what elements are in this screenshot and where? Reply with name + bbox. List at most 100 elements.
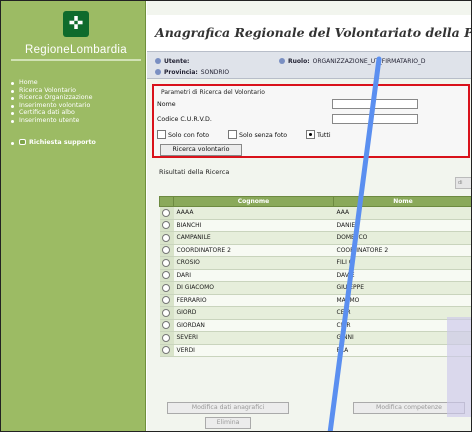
column-cognome[interactable]: Cognome (173, 196, 334, 207)
sidebar-item-richiesta-supporto[interactable]: Richiesta supporto (9, 138, 144, 147)
row-radio[interactable] (161, 321, 170, 330)
column-nome[interactable]: Nome (333, 196, 471, 207)
row-select-cell[interactable] (159, 244, 174, 257)
support-label: Richiesta supporto (29, 138, 96, 146)
results-title: Risultati della Ricerca (159, 168, 230, 176)
table-row[interactable]: FERRARIO MA IMO (159, 294, 471, 307)
row-select-cell[interactable] (159, 269, 174, 282)
user-icon (155, 58, 161, 64)
row-select-cell[interactable] (159, 331, 174, 345)
cognome-cell: CAMPANILE (173, 231, 334, 245)
row-radio[interactable] (161, 346, 170, 355)
sidebar-item-home[interactable]: Home (9, 79, 144, 87)
codice-curvd-input[interactable] (332, 114, 418, 124)
row-select-cell[interactable] (159, 231, 174, 245)
cognome-cell: BIANCHI (173, 219, 334, 232)
radio-box[interactable] (157, 130, 166, 139)
cognome-cell: GIORD (173, 306, 334, 320)
radio-box-selected[interactable] (306, 130, 315, 139)
nome-cell: FILI O (333, 256, 471, 270)
filter-label: Solo con foto (168, 132, 210, 139)
row-select-cell[interactable] (159, 344, 174, 357)
provincia-value: SONDRIO (200, 69, 230, 76)
row-radio[interactable] (161, 283, 170, 292)
table-row[interactable]: SEVERI G NNI (159, 331, 471, 345)
row-radio[interactable] (161, 221, 170, 230)
table-row[interactable]: GIORD CE R (159, 306, 471, 320)
table-row[interactable]: VERDI RLA (159, 344, 471, 357)
pager-control[interactable]: di (455, 177, 471, 189)
nome-cell: MA IMO (333, 294, 471, 307)
table-row[interactable]: DI GIACOMO GIU EPPE (159, 281, 471, 295)
table-row[interactable]: CAMPANILE DOME ICO (159, 231, 471, 245)
row-radio[interactable] (161, 308, 170, 317)
nome-cell: AAA (333, 206, 471, 220)
utente-label: Utente: (164, 58, 190, 65)
modifica-dati-anagrafici-button[interactable]: Modifica dati anagrafici (167, 402, 289, 414)
sidebar-item-inserimento-volontario[interactable]: Inserimento volontario (9, 102, 144, 110)
filter-solo-senza-foto[interactable]: Solo senza foto (228, 130, 287, 139)
table-row[interactable]: AAAA AAA (159, 206, 471, 220)
cognome-cell: GIORDAN (173, 319, 334, 332)
results-body: AAAA AAA BIANCHI DANIE CAMPANILE DOME ICO COOR… (159, 206, 471, 357)
nav-spacer (9, 125, 144, 139)
table-row[interactable]: CROSIO FILI O (159, 256, 471, 270)
provincia-label: Provincia: (164, 69, 198, 76)
nome-cell: DOME ICO (333, 231, 471, 245)
row-select-cell[interactable] (159, 306, 174, 320)
row-select-cell[interactable] (159, 319, 174, 332)
table-row[interactable]: GIORDAN CE R (159, 319, 471, 332)
nome-cell: DAV E (333, 269, 471, 282)
row-radio[interactable] (161, 246, 170, 255)
sidebar-item-inserimento-utente[interactable]: Inserimento utente (9, 117, 144, 125)
codice-label: Codice C.U.R.V.D. (157, 116, 212, 123)
page-title: Anagrafica Regionale del Volontariato de… (155, 25, 472, 40)
table-row[interactable]: COORDINATORE 2 COOR INATORE 2 (159, 244, 471, 257)
row-select-cell[interactable] (159, 281, 174, 295)
radio-box[interactable] (228, 130, 237, 139)
cognome-cell: CROSIO (173, 256, 334, 270)
column-select (159, 196, 174, 207)
row-radio[interactable] (161, 233, 170, 242)
nome-input[interactable] (332, 99, 418, 109)
nome-cell: GIU EPPE (333, 281, 471, 295)
filter-solo-con-foto[interactable]: Solo con foto (157, 130, 209, 139)
selection-highlight (447, 317, 471, 417)
role-icon (279, 58, 285, 64)
ricerca-volontario-button[interactable]: Ricerca volontario (160, 144, 242, 156)
ruolo-value: ORGANIZZAZIONE_UT_FIRMATARIO_D (312, 58, 426, 65)
sidebar-item-ricerca-organizzazione[interactable]: Ricerca Organizzazione (9, 94, 144, 102)
sidebar-item-ricerca-volontario[interactable]: Ricerca Volontario (9, 87, 144, 95)
cognome-cell: AAAA (173, 206, 334, 220)
cognome-cell: VERDI (173, 344, 334, 357)
row-radio[interactable] (161, 296, 170, 305)
cognome-cell: FERRARIO (173, 294, 334, 307)
location-icon (155, 69, 161, 75)
row-radio[interactable] (161, 333, 170, 342)
filter-tutti[interactable]: Tutti (306, 130, 331, 139)
cognome-cell: DI GIACOMO (173, 281, 334, 295)
table-row[interactable]: DARI DAV E (159, 269, 471, 282)
nome-cell: COOR INATORE 2 (333, 244, 471, 257)
row-select-cell[interactable] (159, 219, 174, 232)
cognome-cell: COORDINATORE 2 (173, 244, 334, 257)
sidebar-nav: Home Ricerca Volontario Ricerca Organizz… (9, 79, 144, 146)
filter-label: Tutti (317, 132, 331, 139)
row-select-cell[interactable] (159, 206, 174, 220)
search-legend: Parametri di Ricerca del Volontario (161, 89, 265, 96)
sidebar: ✜ RegioneLombardia Home Ricerca Volontar… (1, 1, 146, 431)
sidebar-item-certifica-albo[interactable]: Certifica dati albo (9, 109, 144, 117)
row-select-cell[interactable] (159, 256, 174, 270)
row-radio[interactable] (161, 208, 170, 217)
main-content: Anagrafica Regionale del Volontariato de… (147, 1, 472, 431)
title-bar: Anagrafica Regionale del Volontariato de… (147, 15, 472, 55)
table-row[interactable]: BIANCHI DANIE (159, 219, 471, 232)
chat-bubble-icon (19, 138, 26, 145)
elimina-button[interactable]: Elimina (205, 417, 251, 429)
row-radio[interactable] (161, 271, 170, 280)
regione-lombardia-logo[interactable]: ✜ RegioneLombardia (11, 11, 141, 71)
row-select-cell[interactable] (159, 294, 174, 307)
ruolo-label: Ruolo: (288, 58, 310, 65)
info-provincia: Provincia: SONDRIO (155, 69, 229, 76)
row-radio[interactable] (161, 258, 170, 267)
